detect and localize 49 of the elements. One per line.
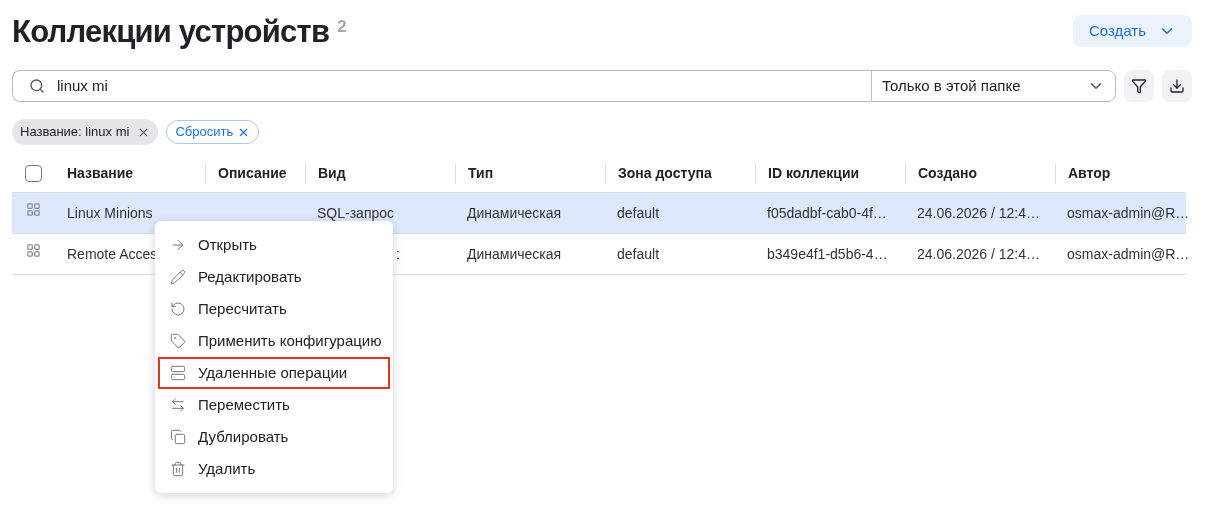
copy-icon xyxy=(170,429,186,445)
select-all-checkbox[interactable] xyxy=(25,165,42,182)
column-header: Тип xyxy=(468,164,494,183)
column-header: Автор xyxy=(1068,164,1111,183)
count-label: 2 xyxy=(337,16,347,38)
arrow-right-icon xyxy=(170,237,186,253)
filter-icon xyxy=(1131,78,1147,94)
trash-icon xyxy=(170,461,186,477)
rotate-icon xyxy=(170,301,186,317)
table-cell: b349e4f1-d5b6-4… xyxy=(767,246,888,262)
table-cell: 24.06.2026 / 12:4… xyxy=(917,246,1040,262)
menu-item[interactable]: Дублировать xyxy=(158,421,390,453)
table-cell: Linux Minions xyxy=(67,205,153,221)
create-button[interactable]: Создать xyxy=(1073,15,1192,47)
column-header: Описание xyxy=(218,164,287,183)
menu-item[interactable]: Пересчитать xyxy=(158,293,390,325)
menu-item[interactable]: Применить конфигурацию xyxy=(158,325,390,357)
column-header: ID коллекции xyxy=(768,164,860,183)
table-cell: default xyxy=(617,205,660,221)
menu-item[interactable]: Удалить xyxy=(158,453,390,485)
column-header: Название xyxy=(67,164,134,183)
search-icon xyxy=(29,78,45,94)
scope-select[interactable]: Только в этой папке xyxy=(871,70,1116,102)
table-cell: default xyxy=(617,246,660,262)
filter-tag: Название: linux mi xyxy=(12,119,159,145)
page-title: Коллекции устройств xyxy=(12,13,330,51)
download-icon xyxy=(1169,78,1185,94)
filter-button[interactable] xyxy=(1124,70,1154,102)
column-header: Создано xyxy=(918,164,978,183)
table-cell: Динамическая xyxy=(467,246,562,262)
menu-item[interactable]: Переместить xyxy=(158,389,390,421)
table-row[interactable]: Linux Minions SQL-запрос Динамическая default f05dadbf-cab0-4f… 24.06.2026 / 12:4… osmax-admin@R… xyxy=(12,193,1186,234)
swap-arrows-icon xyxy=(170,397,186,413)
server-icon xyxy=(170,365,186,381)
table-cell: SQL-запрос xyxy=(317,205,395,221)
table-cell: : xyxy=(396,246,400,262)
pencil-icon xyxy=(170,269,186,285)
table-cell: f05dadbf-cab0-4f… xyxy=(767,205,887,221)
collection-icon xyxy=(26,242,41,258)
tag-icon xyxy=(170,333,186,349)
search-field[interactable]: linux mi xyxy=(12,70,871,102)
search-input[interactable]: linux mi xyxy=(57,74,855,98)
table-cell: 24.06.2026 / 12:4… xyxy=(917,205,1040,221)
menu-item[interactable]: Удаленные операции xyxy=(158,357,390,389)
column-header: Вид xyxy=(318,164,346,183)
collection-icon xyxy=(26,201,41,217)
column-header: Зона доступа xyxy=(618,164,712,183)
download-button[interactable] xyxy=(1162,70,1192,102)
table-cell: Динамическая xyxy=(467,205,562,221)
